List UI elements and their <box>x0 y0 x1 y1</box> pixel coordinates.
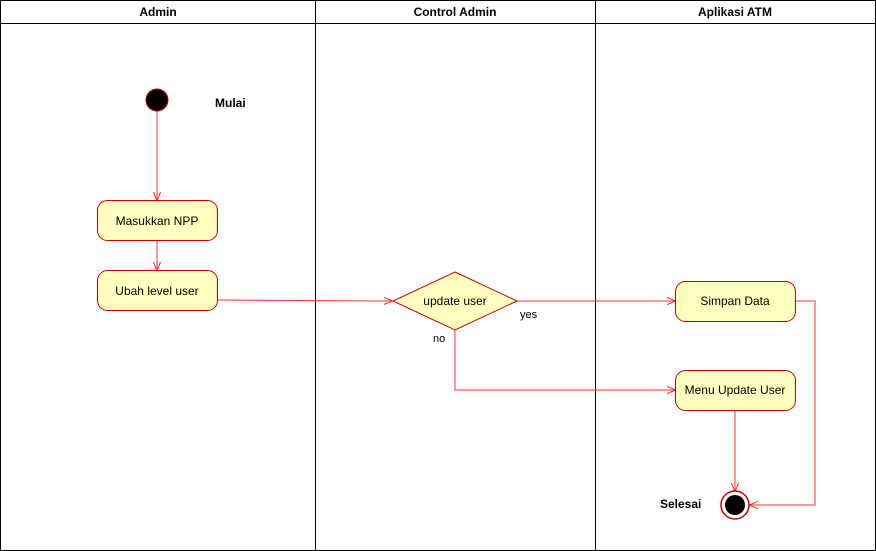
action-change-level-label: Ubah level user <box>115 284 198 298</box>
action-save-data-label: Simpan Data <box>700 294 770 308</box>
lane-title-admin: Admin <box>139 5 176 19</box>
action-update-menu-label: Menu Update User <box>685 383 786 397</box>
start-label: Mulai <box>215 96 246 110</box>
lane-title-control-admin: Control Admin <box>414 5 497 19</box>
start-circle <box>145 88 169 112</box>
action-enter-npp: Masukkan NPP <box>97 200 218 241</box>
action-save-data: Simpan Data <box>675 281 796 322</box>
end-inner-dot <box>725 495 745 515</box>
action-enter-npp-label: Masukkan NPP <box>116 214 199 228</box>
action-change-level: Ubah level user <box>97 270 218 311</box>
end-label: Selesai <box>660 497 701 511</box>
lane-title-aplikasi-atm: Aplikasi ATM <box>698 5 772 19</box>
edge-label-yes: yes <box>520 309 538 321</box>
decision-label: update user <box>423 294 486 308</box>
activity-diagram: Admin Control Admin Aplikasi ATM Mulai M… <box>0 0 876 551</box>
action-update-menu: Menu Update User <box>675 370 796 411</box>
edge-label-no: no <box>433 333 445 345</box>
